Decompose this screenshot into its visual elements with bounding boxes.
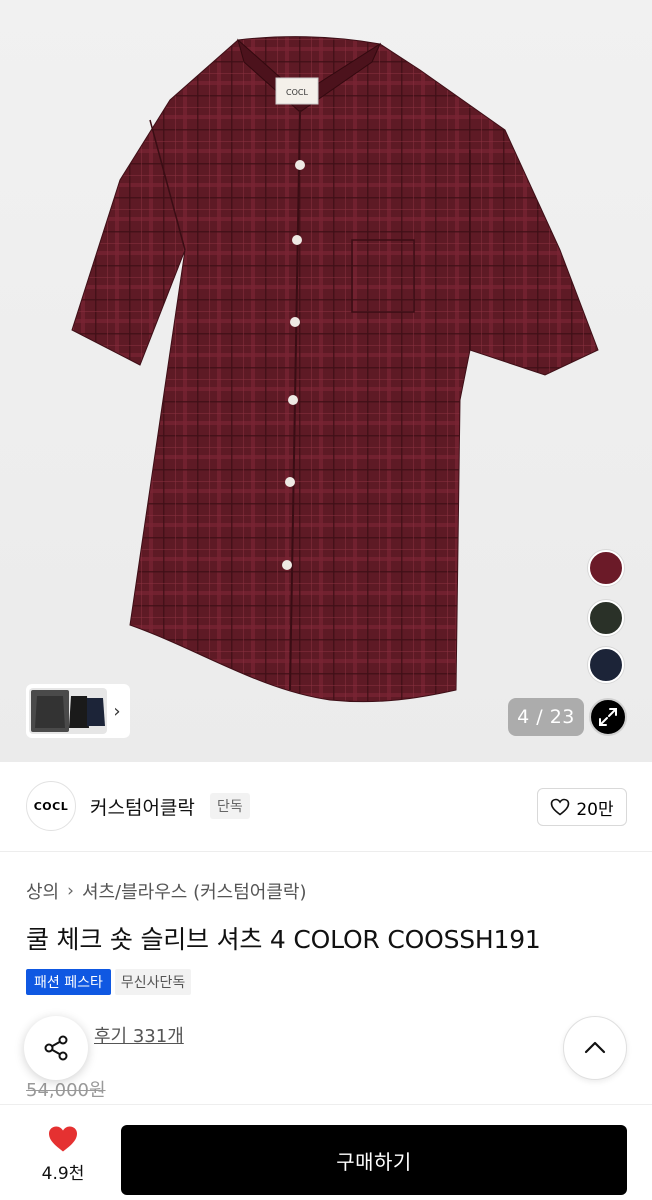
- review-count-link[interactable]: 후기 331개: [94, 1022, 184, 1048]
- wishlist-button[interactable]: 4.9천: [30, 1125, 96, 1184]
- wishlist-count: 4.9천: [41, 1164, 85, 1184]
- share-icon: [44, 1035, 68, 1061]
- expand-icon: [599, 708, 617, 726]
- fashion-festa-badge: 패션 페스타: [26, 969, 111, 995]
- musinsa-exclusive-badge: 무신사단독: [114, 969, 192, 995]
- product-badges: 패션 페스타 무신사단독: [26, 969, 192, 995]
- chevron-right-icon: ›: [67, 881, 74, 901]
- heart-filled-icon: [49, 1126, 77, 1152]
- exclusive-tag: 단독: [210, 793, 250, 819]
- breadcrumb-item-category[interactable]: 상의: [26, 878, 59, 904]
- brand-like-count: 20만: [576, 799, 614, 820]
- original-price: 54,000원: [26, 1080, 106, 1101]
- shirt-label-text: COCL: [286, 88, 308, 97]
- brand-logo[interactable]: COCL: [26, 781, 76, 831]
- bottom-action-bar: 4.9천 구매하기: [0, 1104, 652, 1200]
- heart-outline-icon: [551, 798, 570, 816]
- expand-button[interactable]: [589, 698, 627, 736]
- breadcrumb-item-subcategory[interactable]: 셔츠/블라우스 (커스텀어클락): [82, 878, 307, 904]
- product-image-area[interactable]: COCL › 4 / 23: [0, 0, 652, 762]
- product-image-shirt: COCL: [71, 36, 599, 703]
- buy-button[interactable]: 구매하기: [121, 1125, 627, 1195]
- color-swatch-dark-green[interactable]: [588, 600, 624, 636]
- image-counter: 4 / 23: [508, 698, 584, 736]
- chevron-right-icon: ›: [113, 700, 121, 722]
- color-thumbnail-strip[interactable]: ›: [26, 684, 130, 738]
- color-swatch-navy[interactable]: [588, 647, 624, 683]
- product-title: 쿨 체크 숏 슬리브 셔츠 4 COLOR COOSSH191: [26, 925, 541, 954]
- brand-like-button[interactable]: 20만: [537, 788, 627, 826]
- scroll-top-button[interactable]: [563, 1016, 627, 1080]
- brand-name[interactable]: 커스텀어클락: [90, 793, 195, 820]
- chevron-up-icon: [584, 1041, 606, 1054]
- color-swatch-burgundy[interactable]: [588, 550, 624, 586]
- brand-row: COCL 커스텀어클락 단독 20만: [0, 762, 652, 852]
- color-thumbnail-image: [29, 688, 107, 734]
- breadcrumb: 상의 › 셔츠/블라우스 (커스텀어클락): [26, 878, 307, 904]
- share-button[interactable]: [24, 1016, 88, 1080]
